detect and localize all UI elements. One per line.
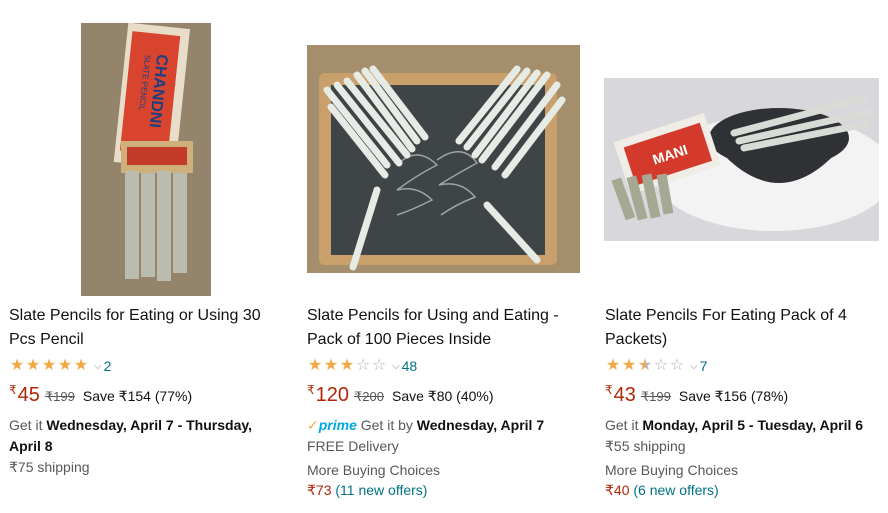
star-icon: ★ bbox=[339, 357, 355, 374]
offer-price: ₹40 bbox=[605, 482, 630, 498]
product-card-1: CHANDNI SLATE PENCIL Slate Pencils for E… bbox=[0, 0, 284, 513]
review-count-link[interactable]: 7 bbox=[700, 358, 708, 374]
chevron-down-icon[interactable]: ⌵ bbox=[392, 361, 400, 372]
more-buying-choices: More Buying Choices bbox=[605, 462, 739, 478]
product-image[interactable]: CHANDNI SLATE PENCIL bbox=[81, 23, 211, 296]
list-price: ₹199 bbox=[640, 389, 671, 404]
star-icon: ★ bbox=[25, 357, 41, 374]
star-icon: ★ bbox=[307, 357, 323, 374]
star-outline-icon: ☆ bbox=[355, 357, 371, 374]
product-card-2: Slate Pencils for Using and Eating - Pac… bbox=[298, 0, 582, 513]
star-rating[interactable]: ★ ★ ★ ★ ★ bbox=[9, 358, 89, 374]
delivery-date: Monday, April 5 - Tuesday, April 6 bbox=[642, 417, 864, 433]
list-price: ₹200 bbox=[354, 389, 384, 404]
rating[interactable]: ★ ★ ★ ☆ ☆ ⌵ 48 bbox=[307, 357, 417, 375]
offers-row: ₹40 (6 new offers) bbox=[605, 480, 877, 501]
delivery-date: Wednesday, April 7 - Thursday, April 8 bbox=[9, 417, 252, 454]
review-count-link[interactable]: 2 bbox=[104, 358, 112, 374]
star-icon: ★ bbox=[323, 357, 339, 374]
chevron-down-icon[interactable]: ⌵ bbox=[690, 361, 698, 372]
delivery-date: Wednesday, April 7 bbox=[416, 417, 545, 433]
star-rating[interactable]: ★ ★ ★ ☆ ☆ bbox=[605, 358, 685, 374]
delivery-prefix: Get it bbox=[9, 417, 47, 433]
star-outline-icon: ☆ bbox=[653, 357, 669, 374]
delivery-prefix: Get it by bbox=[356, 417, 417, 433]
star-icon: ★ bbox=[57, 357, 73, 374]
star-outline-icon: ☆ bbox=[669, 357, 685, 374]
product-image[interactable]: MANI bbox=[604, 78, 879, 241]
delivery-prefix: Get it bbox=[605, 417, 643, 433]
offer-price: ₹73 bbox=[307, 482, 332, 498]
price-row: ₹ 43 ₹199 Save ₹156 (78%) bbox=[605, 383, 789, 407]
currency-symbol: ₹ bbox=[9, 383, 17, 397]
delivery-info: ✓prime Get it by Wednesday, April 7 bbox=[307, 415, 579, 436]
product-card-3: MANI Slate Pencils For Eating Pack of 4 … bbox=[596, 0, 880, 513]
price-row: ₹ 45 ₹199 Save ₹154 (77%) bbox=[9, 383, 193, 407]
currency-symbol: ₹ bbox=[307, 383, 315, 397]
price-row: ₹ 120 ₹200 Save ₹80 (40%) bbox=[307, 383, 494, 407]
rating[interactable]: ★ ★ ★ ☆ ☆ ⌵ 7 bbox=[605, 357, 708, 375]
product-title[interactable]: Slate Pencils for Eating or Using 30 Pcs… bbox=[9, 304, 281, 352]
star-outline-icon: ☆ bbox=[371, 357, 387, 374]
new-offers-link[interactable]: (6 new offers) bbox=[633, 482, 718, 498]
star-icon: ★ bbox=[605, 357, 621, 374]
offers-row: ₹73 (11 new offers) bbox=[307, 480, 579, 501]
shipping-cost: ₹55 shipping bbox=[605, 438, 686, 454]
chevron-down-icon[interactable]: ⌵ bbox=[94, 361, 102, 372]
more-buying-choices: More Buying Choices bbox=[307, 462, 441, 478]
star-icon: ★ bbox=[621, 357, 637, 374]
product-title[interactable]: Slate Pencils for Using and Eating - Pac… bbox=[307, 304, 579, 352]
savings-text: Save ₹80 (40%) bbox=[391, 388, 494, 404]
delivery-info: Get it Monday, April 5 - Tuesday, April … bbox=[605, 415, 877, 436]
delivery-info: Get it Wednesday, April 7 - Thursday, Ap… bbox=[9, 415, 281, 457]
price[interactable]: 45 bbox=[18, 384, 40, 407]
free-delivery: FREE Delivery bbox=[307, 438, 399, 454]
price[interactable]: 120 bbox=[316, 384, 349, 407]
star-rating[interactable]: ★ ★ ★ ☆ ☆ bbox=[307, 358, 387, 374]
prime-check-icon: ✓ bbox=[307, 417, 319, 433]
list-price: ₹199 bbox=[44, 389, 75, 404]
rating[interactable]: ★ ★ ★ ★ ★ ⌵ 2 bbox=[9, 357, 112, 375]
star-icon: ★ bbox=[41, 357, 57, 374]
currency-symbol: ₹ bbox=[605, 383, 613, 397]
review-count-link[interactable]: 48 bbox=[402, 358, 418, 374]
new-offers-link[interactable]: (11 new offers) bbox=[335, 482, 427, 498]
price[interactable]: 43 bbox=[614, 384, 636, 407]
star-icon: ★ bbox=[9, 357, 25, 374]
savings-text: Save ₹156 (78%) bbox=[678, 388, 789, 404]
star-icon: ★ bbox=[73, 357, 89, 374]
product-title[interactable]: Slate Pencils For Eating Pack of 4 Packe… bbox=[605, 304, 877, 352]
shipping-cost: ₹75 shipping bbox=[9, 459, 90, 475]
prime-badge: prime bbox=[318, 417, 357, 433]
star-half-icon: ★ bbox=[637, 357, 653, 374]
savings-text: Save ₹154 (77%) bbox=[82, 388, 193, 404]
product-image[interactable] bbox=[307, 45, 580, 273]
